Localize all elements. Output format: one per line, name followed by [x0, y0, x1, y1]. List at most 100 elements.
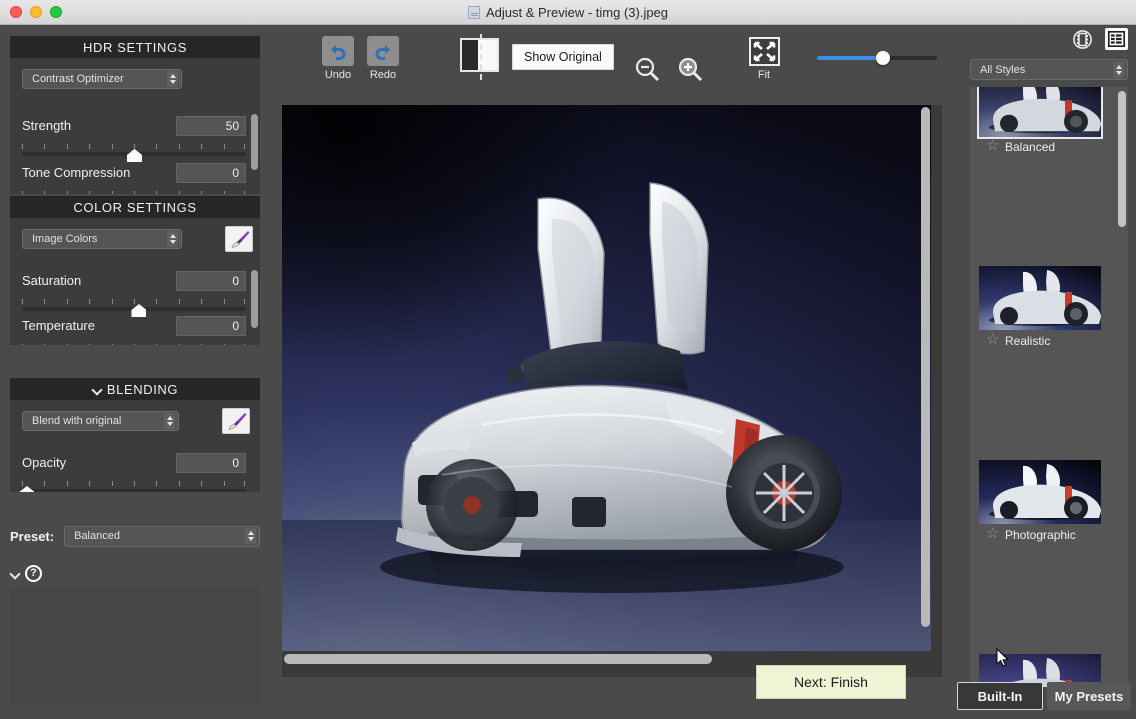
blending-brush-button[interactable]: [222, 408, 250, 434]
front-wheel: [426, 459, 518, 551]
undo-arrow-icon: [322, 36, 354, 66]
strength-value[interactable]: 50: [176, 116, 246, 136]
styles-list[interactable]: ☆ Balanced ☆ Realistic ☆ Photographic: [970, 87, 1128, 687]
fit-label: Fit: [757, 69, 771, 81]
temperature-ticks: [22, 344, 246, 345]
opacity-track[interactable]: [19, 481, 246, 492]
saturation-knob[interactable]: [131, 304, 147, 317]
style-thumbnail[interactable]: [979, 460, 1101, 524]
brush-icon: [231, 231, 250, 248]
minimize-button[interactable]: [30, 6, 42, 18]
favorite-star-icon[interactable]: ☆: [986, 526, 1000, 541]
chevron-down-icon: [10, 569, 19, 578]
redo-button[interactable]: Redo: [359, 36, 407, 81]
window-controls[interactable]: [10, 6, 62, 18]
tone-compression-slider-row[interactable]: Tone Compression 0: [10, 163, 260, 194]
fit-to-screen-icon: [748, 37, 780, 66]
blending-header[interactable]: BLENDING: [10, 378, 260, 400]
hdr-settings-section: HDR SETTINGS Contrast Optimizer Strength…: [10, 36, 260, 194]
style-label: Realistic: [1005, 334, 1051, 348]
chevron-updown-icon: [245, 528, 256, 544]
chevron-updown-icon: [164, 413, 175, 429]
preview-image[interactable]: [282, 105, 931, 651]
tone-compression-ticks: [22, 191, 246, 194]
hdr-method-value: Contrast Optimizer: [32, 73, 124, 85]
style-item-photographic[interactable]: ☆ Photographic: [970, 456, 1128, 553]
opacity-slider-row[interactable]: Opacity 0: [10, 453, 260, 492]
saturation-track[interactable]: [22, 299, 246, 317]
style-item-balanced[interactable]: ☆ Balanced: [970, 87, 1128, 184]
color-settings-scrollbar[interactable]: [251, 270, 258, 328]
help-toggle-row[interactable]: ?: [10, 565, 42, 582]
question-mark-icon[interactable]: ?: [25, 565, 42, 582]
image-vertical-scrollbar[interactable]: [920, 105, 931, 651]
chevron-down-icon: [92, 385, 101, 394]
tone-compression-label: Tone Compression: [22, 165, 131, 180]
color-settings-section: COLOR SETTINGS Image Colors Saturation 0: [10, 196, 260, 345]
chevron-updown-icon: [167, 231, 178, 247]
saturation-value[interactable]: 0: [176, 271, 246, 291]
strength-slider-row[interactable]: Strength 50: [10, 116, 260, 164]
tab-my-presets[interactable]: My Presets: [1047, 682, 1131, 710]
strength-knob[interactable]: [127, 149, 142, 162]
color-settings-title: COLOR SETTINGS: [73, 199, 197, 215]
zoom-in-icon: [678, 57, 703, 82]
image-horizontal-scroll-thumb[interactable]: [284, 654, 712, 664]
saturation-label: Saturation: [22, 273, 82, 288]
blending-method-select[interactable]: Blend with original: [22, 411, 179, 431]
temperature-label: Temperature: [22, 318, 95, 333]
image-horizontal-scrollbar[interactable]: [282, 653, 931, 665]
settings-panel: HDR SETTINGS Contrast Optimizer Strength…: [0, 25, 272, 719]
next-finish-button[interactable]: Next: Finish: [756, 665, 906, 699]
preview-toolbar: Undo Redo Show Original Fit: [272, 25, 952, 103]
style-thumbnail[interactable]: [979, 266, 1101, 330]
preset-select[interactable]: Balanced: [64, 525, 260, 547]
blending-title: BLENDING: [106, 381, 179, 397]
color-settings-body: Image Colors Saturation 0 Temperature 0: [10, 218, 260, 345]
show-original-button[interactable]: Show Original: [512, 44, 614, 70]
strength-ticks: [22, 144, 246, 149]
blending-section: BLENDING Blend with original Opacity 0: [10, 378, 260, 492]
tone-compression-track[interactable]: [22, 191, 246, 194]
close-button[interactable]: [10, 6, 22, 18]
image-vertical-scroll-thumb[interactable]: [921, 107, 930, 627]
strength-track[interactable]: [22, 144, 246, 162]
opacity-ticks: [22, 481, 246, 486]
zoom-out-button[interactable]: [633, 55, 661, 88]
style-thumbnail[interactable]: [977, 87, 1103, 139]
styles-filter-select[interactable]: All Styles: [970, 59, 1128, 80]
zoom-button[interactable]: [50, 6, 62, 18]
split-view-icon: [460, 34, 499, 80]
fit-button[interactable]: Fit: [739, 37, 789, 81]
styles-list-scrollbar[interactable]: [1118, 91, 1126, 227]
preset-row: Preset: Balanced: [10, 525, 260, 547]
chevron-updown-icon: [1113, 61, 1124, 78]
tab-built-in[interactable]: Built-In: [957, 682, 1043, 710]
undo-label: Undo: [324, 69, 352, 81]
zoom-in-button[interactable]: [676, 55, 704, 88]
image-canvas[interactable]: [282, 105, 942, 677]
color-method-select[interactable]: Image Colors: [22, 229, 182, 249]
undo-button[interactable]: Undo: [314, 36, 362, 81]
favorite-star-icon[interactable]: ☆: [986, 138, 1000, 153]
brush-icon: [228, 413, 247, 430]
filmstrip-view-button[interactable]: [1071, 28, 1094, 50]
temperature-value[interactable]: 0: [176, 316, 246, 336]
saturation-slider-row[interactable]: Saturation 0: [10, 271, 260, 319]
tab-my-presets-label: My Presets: [1054, 688, 1124, 704]
favorite-star-icon[interactable]: ☆: [986, 332, 1000, 347]
opacity-value[interactable]: 0: [176, 453, 246, 473]
window-title: Adjust & Preview - timg (3).jpeg: [467, 5, 668, 20]
color-brush-button[interactable]: [225, 226, 253, 252]
grid-view-button[interactable]: [1105, 28, 1128, 50]
hdr-method-select[interactable]: Contrast Optimizer: [22, 69, 182, 89]
zoom-slider-knob[interactable]: [876, 51, 890, 65]
temperature-track[interactable]: [22, 344, 246, 345]
style-item-realistic[interactable]: ☆ Realistic: [970, 262, 1128, 359]
temperature-slider-row[interactable]: Temperature 0: [10, 316, 260, 345]
zoom-level-slider[interactable]: [817, 50, 937, 66]
hdr-settings-scrollbar[interactable]: [251, 114, 258, 170]
tone-compression-value[interactable]: 0: [176, 163, 246, 183]
saturation-ticks: [22, 299, 246, 304]
opacity-label: Opacity: [22, 455, 67, 470]
